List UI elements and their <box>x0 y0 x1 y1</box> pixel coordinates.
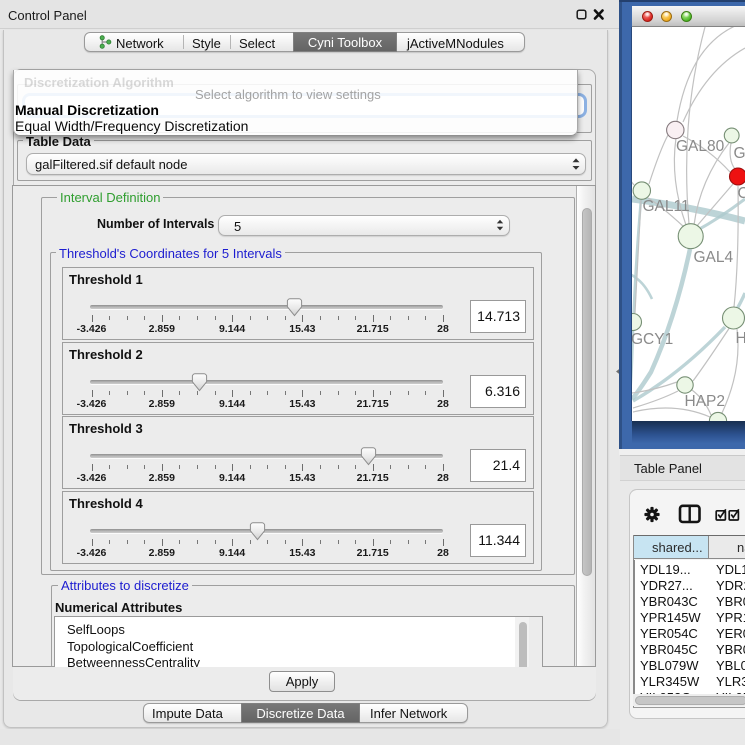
svg-text:GAL11: GAL11 <box>643 198 690 215</box>
svg-text:GA: GA <box>734 145 745 162</box>
svg-text:GAL4: GAL4 <box>694 249 734 266</box>
svg-text:CY: CY <box>738 185 745 202</box>
svg-text:GCY1: GCY1 <box>632 331 673 348</box>
svg-text:GAL80: GAL80 <box>676 138 725 155</box>
svg-text:HI: HI <box>736 330 745 347</box>
svg-text:HAP2: HAP2 <box>685 393 726 410</box>
